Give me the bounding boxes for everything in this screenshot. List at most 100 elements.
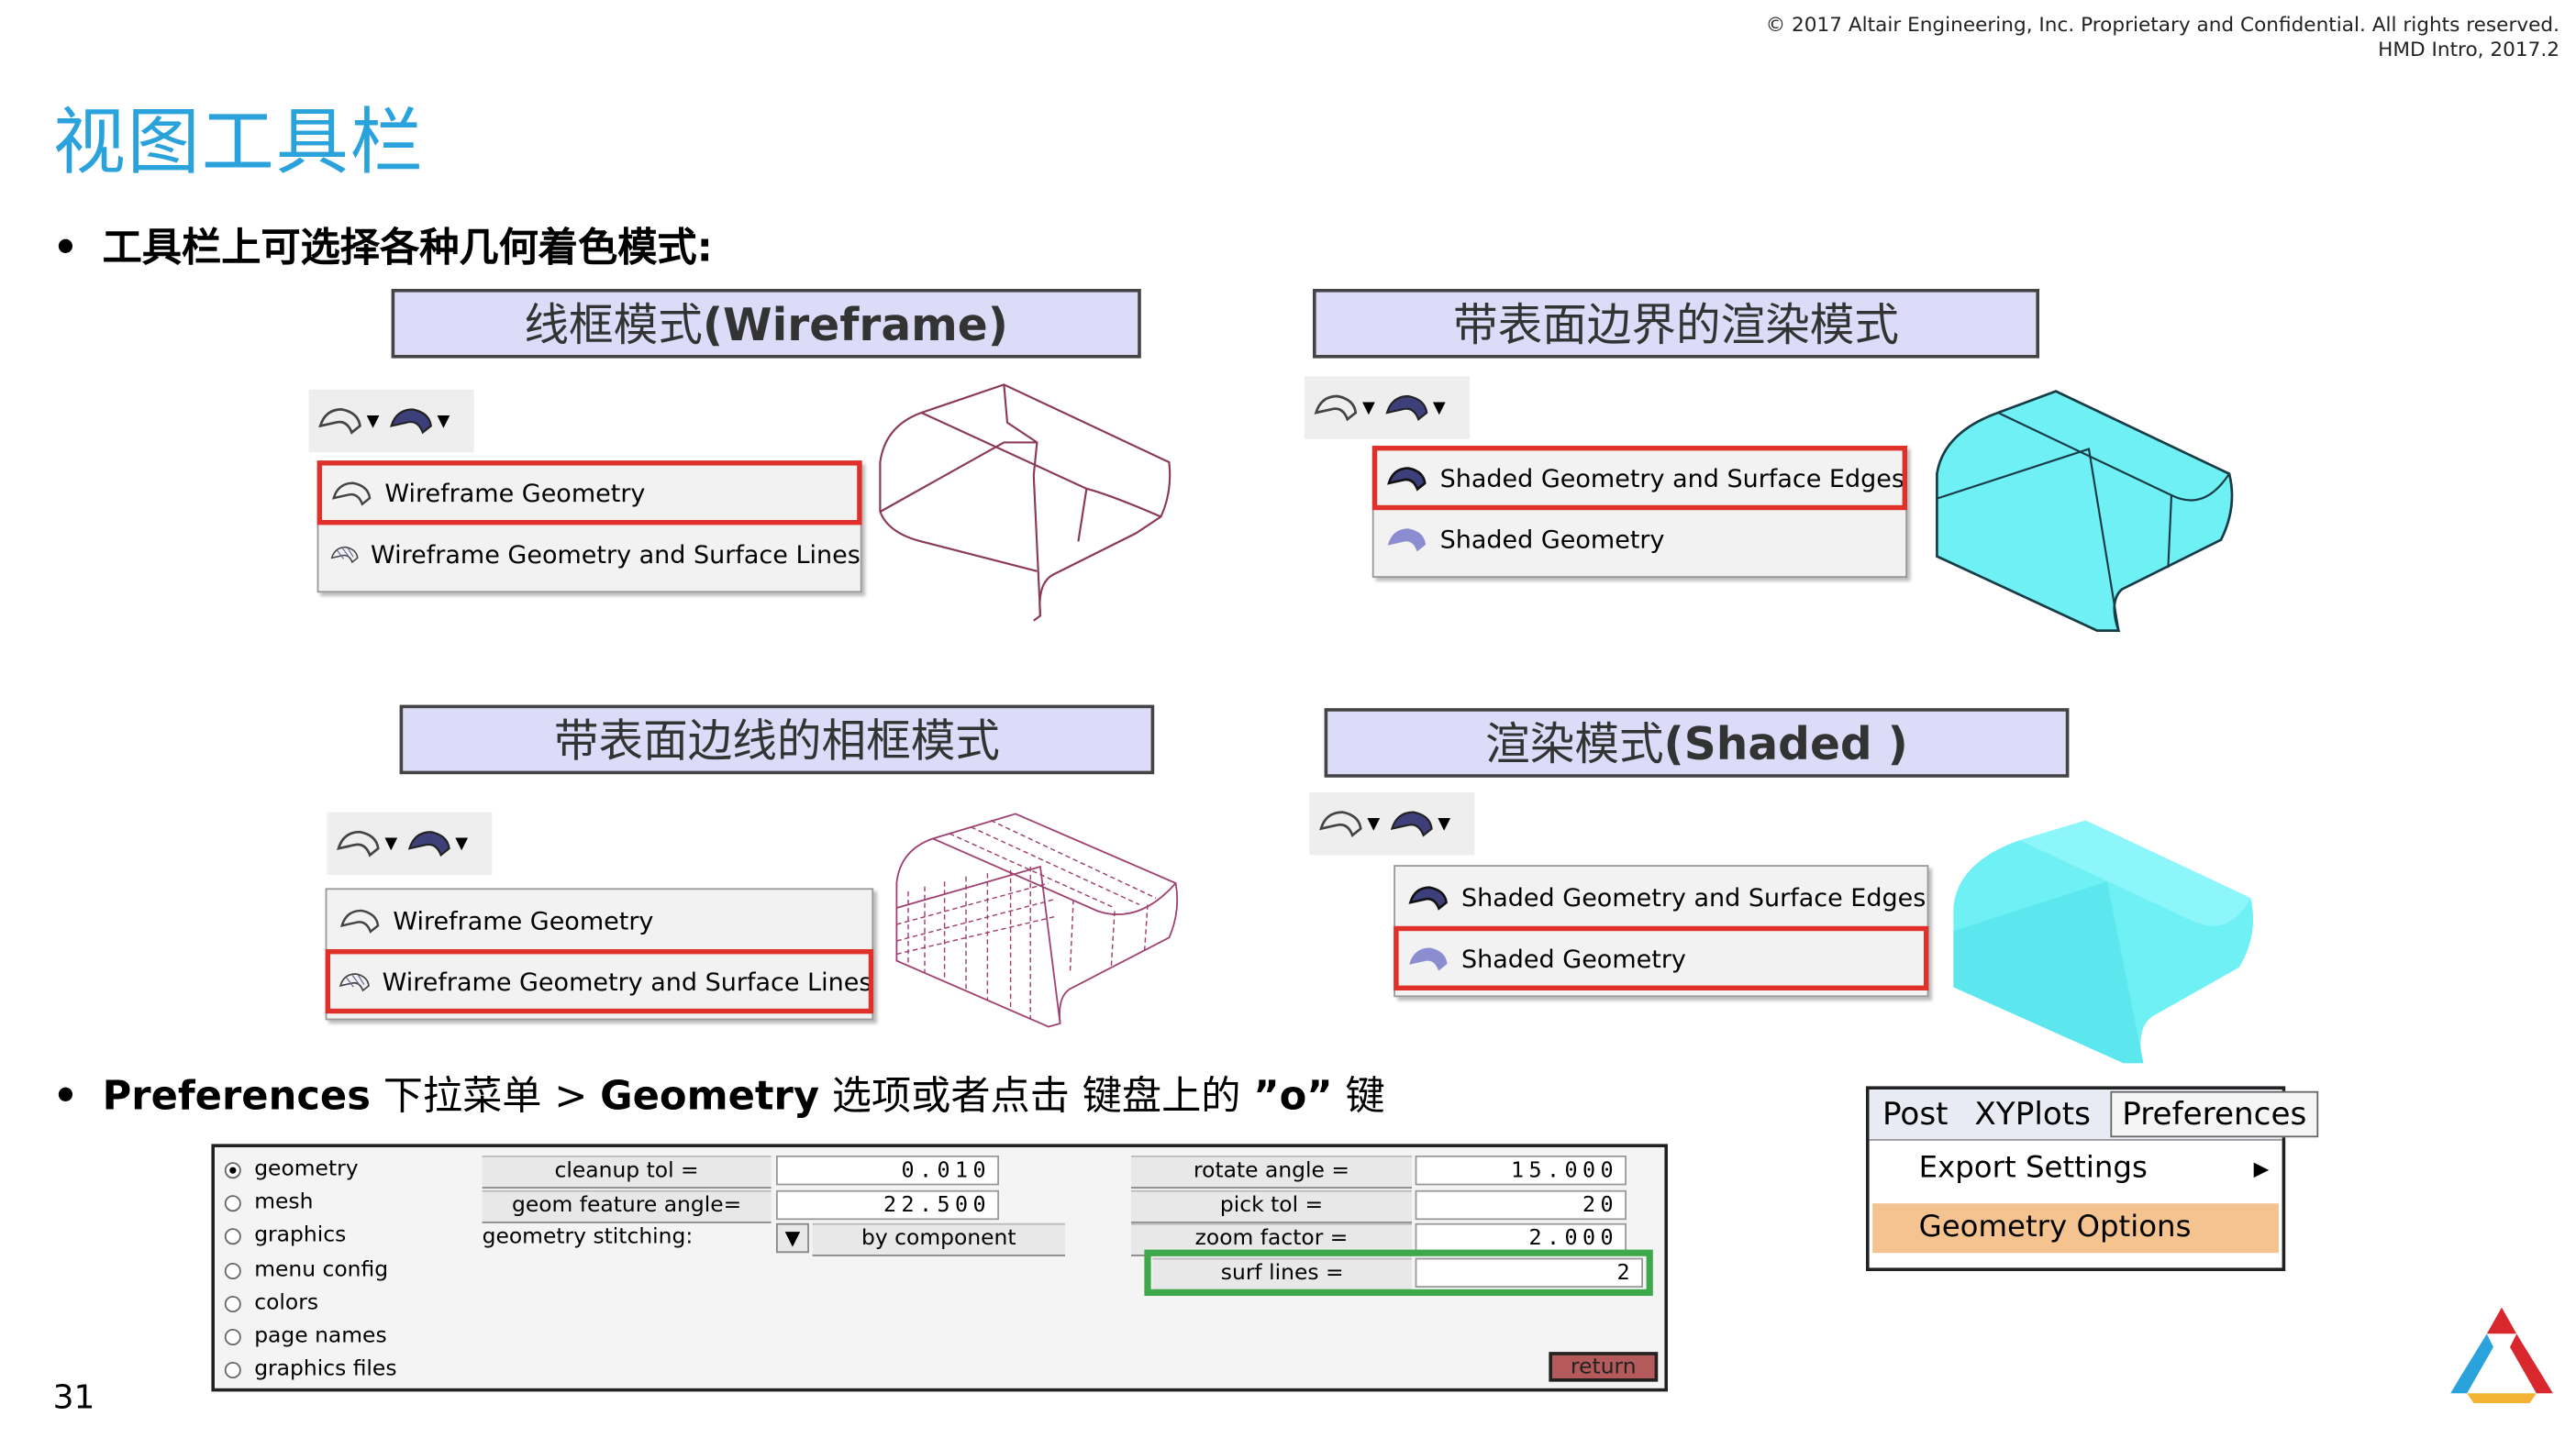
radio-label: mesh <box>254 1189 314 1215</box>
geom-feature-angle-label: geom feature angle= <box>482 1189 772 1223</box>
wireframe-mode-button[interactable]: ▼ <box>334 825 398 862</box>
menubar: Post XYPlots Preferences <box>1869 1090 2318 1141</box>
radio-indicator <box>224 1161 241 1178</box>
geom-feature-angle-input[interactable]: 22.500 <box>776 1189 999 1221</box>
panel-title-cn: 线框模式 <box>524 300 703 352</box>
radio-label: geometry <box>254 1156 359 1182</box>
copyright-version: HMD Intro, 2017.2 <box>2378 38 2559 61</box>
panel-title-cn: 带表面边界的渲染模式 <box>1453 300 1899 352</box>
radio-indicator <box>224 1295 241 1312</box>
menu-xyplots[interactable]: XYPlots <box>1961 1096 2104 1133</box>
geometry-stitching-label: geometry stitching: <box>482 1224 694 1250</box>
pick-tol-label: pick tol = <box>1131 1189 1412 1223</box>
bullet-dot: • <box>52 1073 79 1120</box>
geometry-preferences-panel: geometry mesh graphics menu config color… <box>211 1144 1668 1392</box>
menu-item-wireframe-surface-lines[interactable]: Wireframe Geometry and Surface Lines <box>318 524 861 585</box>
shaded-icon <box>1409 946 1448 970</box>
view-toolbar: ▼ ▼ <box>308 389 474 453</box>
panel-title-shaded-edges: 带表面边界的渲染模式 <box>1313 289 2039 359</box>
rotate-angle-input[interactable]: 15.000 <box>1415 1156 1627 1186</box>
radio-colors[interactable]: colors <box>224 1291 318 1316</box>
wireframe-lines-icon <box>330 545 359 563</box>
radio-page-names[interactable]: page names <box>224 1323 387 1349</box>
stitching-dropdown-button[interactable]: ▼ <box>776 1222 809 1254</box>
menu-item-label: Shaded Geometry <box>1439 524 1665 554</box>
menu-item-label: Shaded Geometry <box>1461 943 1686 974</box>
radio-menu-config[interactable]: menu config <box>224 1258 388 1283</box>
altair-logo-icon <box>2450 1307 2553 1403</box>
menu-item-wireframe-geometry[interactable]: Wireframe Geometry <box>327 890 872 951</box>
pick-tol-input[interactable]: 20 <box>1415 1189 1627 1221</box>
rotate-angle-label: rotate angle = <box>1131 1156 1412 1189</box>
panel-title-wireframe-lines: 带表面边线的相框模式 <box>399 704 1155 775</box>
radio-mesh[interactable]: mesh <box>224 1189 314 1215</box>
bullet-toolbar-modes: • 工具栏上可选择各种几何着色模式: <box>53 215 713 272</box>
chevron-down-icon: ▼ <box>384 834 398 853</box>
menu-item-export-settings[interactable]: Export Settings ▶ <box>1870 1141 2282 1197</box>
menu-item-wireframe-surface-lines[interactable]: Wireframe Geometry and Surface Lines <box>325 948 874 1014</box>
bullet-part: Geometry <box>600 1073 820 1120</box>
wireframe-icon <box>339 908 380 933</box>
shaded-mode-button[interactable]: ▼ <box>1382 390 1446 426</box>
shaded-icon <box>1384 394 1427 421</box>
chevron-down-icon: ▼ <box>1362 398 1375 417</box>
menu-item-shaded-geometry[interactable]: Shaded Geometry <box>1393 925 1929 990</box>
wireframe-mode-button[interactable]: ▼ <box>316 403 380 439</box>
chevron-down-icon: ▼ <box>455 834 469 853</box>
menu-post[interactable]: Post <box>1870 1096 1961 1133</box>
chevron-down-icon: ▼ <box>1432 398 1446 417</box>
radio-geometry[interactable]: geometry <box>224 1156 359 1182</box>
copyright-notice: © 2017 Altair Engineering, Inc. Propriet… <box>1766 13 2559 62</box>
panel-title-cn: 带表面边线的相框模式 <box>553 716 1000 768</box>
zoom-factor-input[interactable]: 2.000 <box>1415 1222 1627 1254</box>
shaded-dropdown: Shaded Geometry and Surface Edges Shaded… <box>1393 865 1929 998</box>
menu-item-label: Wireframe Geometry and Surface Lines <box>382 966 872 997</box>
shaded-mode-button[interactable]: ▼ <box>1386 805 1450 842</box>
shaded-icon <box>1390 811 1433 837</box>
shaded-mode-button[interactable]: ▼ <box>404 825 468 862</box>
wireframe-mode-button[interactable]: ▼ <box>1311 390 1375 426</box>
radio-indicator <box>224 1227 241 1244</box>
menu-item-label: Export Settings <box>1918 1150 2148 1186</box>
view-toolbar: ▼ ▼ <box>1305 376 1470 439</box>
panel-title-latin: (Shaded ) <box>1663 719 1908 771</box>
radio-graphics-files[interactable]: graphics files <box>224 1357 397 1382</box>
submenu-arrow-icon: ▶ <box>2253 1156 2270 1180</box>
chevron-down-icon: ▼ <box>1367 814 1381 834</box>
bullet-text: 工具栏上可选择各种几何着色模式: <box>102 224 713 271</box>
wireframe-mode-button[interactable]: ▼ <box>1316 805 1381 842</box>
panel-title-latin: (Wireframe) <box>702 300 1008 352</box>
return-button[interactable]: return <box>1549 1352 1659 1382</box>
cleanup-tol-input[interactable]: 0.010 <box>776 1156 999 1186</box>
menu-preferences[interactable]: Preferences <box>2110 1090 2318 1138</box>
cleanup-tol-label: cleanup tol = <box>482 1156 772 1189</box>
menu-item-label: Shaded Geometry and Surface Edges <box>1439 462 1904 493</box>
radio-graphics[interactable]: graphics <box>224 1223 346 1248</box>
radio-indicator <box>224 1328 241 1345</box>
radio-indicator <box>224 1262 241 1279</box>
shaded-mode-button[interactable]: ▼ <box>386 403 450 439</box>
radio-label: page names <box>254 1323 387 1349</box>
wireframe-icon <box>331 481 372 505</box>
geometry-stitching-select[interactable]: by component <box>812 1222 1065 1256</box>
panel-title-shaded: 渲染模式(Shaded ) <box>1324 708 2070 778</box>
view-toolbar: ▼ ▼ <box>1309 792 1475 856</box>
bullet-dot: • <box>52 224 79 271</box>
wireframe-icon <box>1314 394 1358 422</box>
copyright-line: © 2017 Altair Engineering, Inc. Propriet… <box>1765 13 2559 37</box>
menu-item-shaded-surface-edges[interactable]: Shaded Geometry and Surface Edges <box>1395 867 1927 928</box>
page-number: 31 <box>52 1377 95 1417</box>
bullet-part: 选项或者点击 键盘上的 <box>819 1073 1254 1120</box>
wireframe-model-image <box>879 383 1171 622</box>
menu-item-shaded-surface-edges[interactable]: Shaded Geometry and Surface Edges <box>1371 445 1907 511</box>
slide: © 2017 Altair Engineering, Inc. Propriet… <box>0 0 2576 1438</box>
menu-item-label: Wireframe Geometry and Surface Lines <box>371 538 861 570</box>
bullet-part: Preferences <box>102 1073 371 1120</box>
shaded-model-image <box>1953 820 2254 1064</box>
menu-item-label: Wireframe Geometry <box>384 478 646 508</box>
chevron-down-icon: ▼ <box>366 412 380 430</box>
menu-item-geometry-options[interactable]: Geometry Options <box>1872 1203 2279 1254</box>
menu-item-shaded-geometry[interactable]: Shaded Geometry <box>1374 508 1906 570</box>
view-toolbar: ▼ ▼ <box>327 812 493 875</box>
menu-item-wireframe-geometry[interactable]: Wireframe Geometry <box>316 460 862 525</box>
